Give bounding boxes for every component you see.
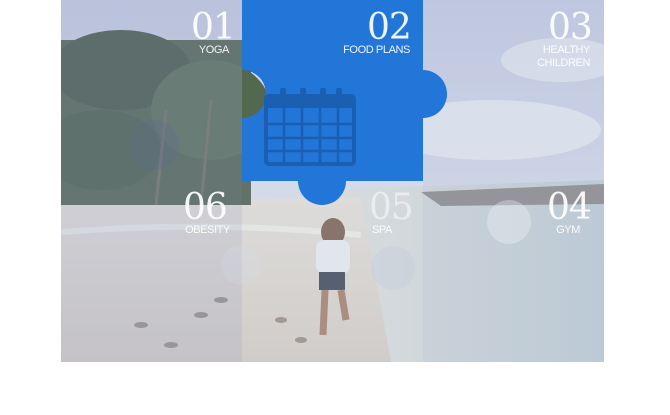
puzzle-overlay [61, 0, 604, 362]
puzzle-grid: 01 YOGA 02 FOOD PLANS 03 HEALTHY CHILDRE… [61, 0, 604, 362]
piece-number-01: 01 [191, 7, 236, 48]
piece-label-spa: SPA [372, 224, 392, 236]
piece-label-gym: GYM [556, 224, 580, 236]
piece-label-healthy: HEALTHY [542, 44, 591, 56]
piece-label-obesity: OBESITY [185, 224, 230, 236]
piece-label-yoga: YOGA [198, 44, 230, 56]
piece-number-05: 05 [369, 187, 414, 228]
piece-label-children: CHILDREN [536, 57, 590, 69]
piece-number-02: 02 [367, 7, 412, 48]
piece-label-food-plans: FOOD PLANS [343, 44, 410, 56]
calendar-icon [264, 88, 356, 166]
piece-number-04: 04 [547, 187, 592, 228]
piece-number-03: 03 [548, 7, 593, 48]
piece-number-06: 06 [183, 187, 228, 228]
piece-label-healthy-children: HEALTHY CHILDREN [537, 44, 590, 70]
